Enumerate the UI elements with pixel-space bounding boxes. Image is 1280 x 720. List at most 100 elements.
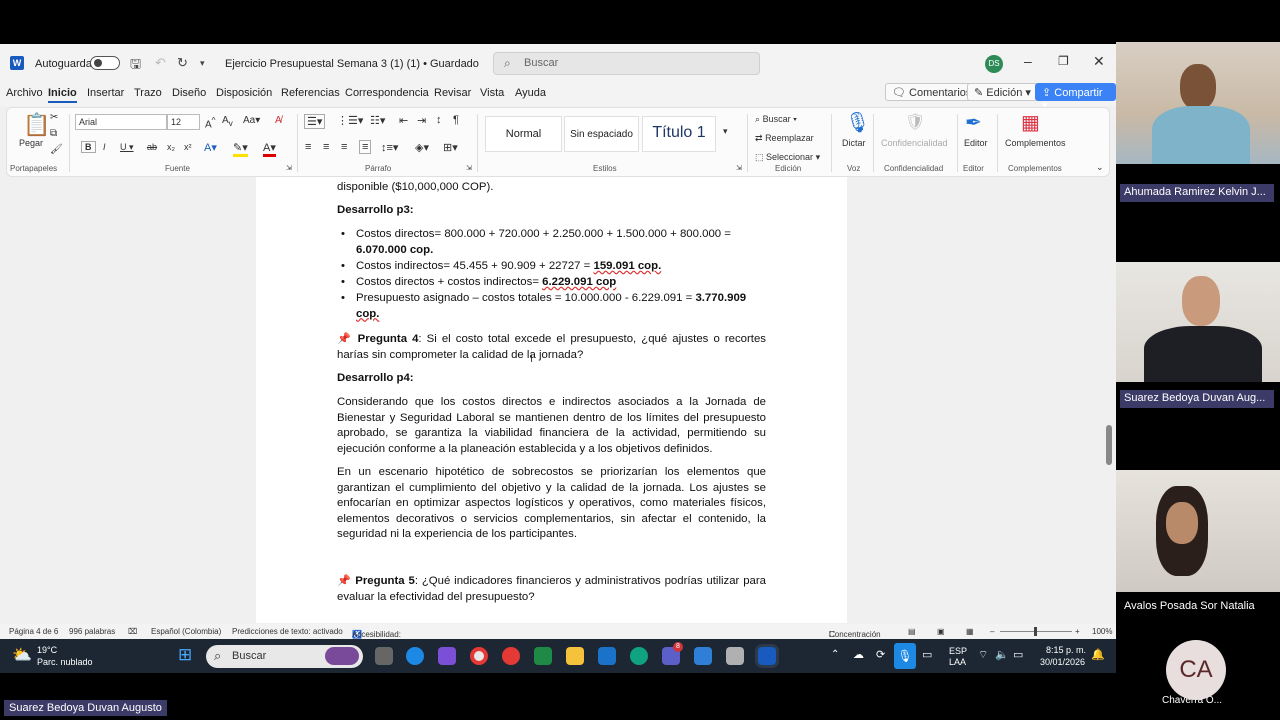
- dictate-label[interactable]: Dictar: [842, 138, 866, 148]
- undo-icon[interactable]: ↶: [155, 55, 166, 71]
- tab-inicio[interactable]: Inicio: [48, 87, 77, 103]
- borders-icon[interactable]: ⊞▾: [443, 141, 458, 154]
- redo-icon[interactable]: ↻: [177, 55, 188, 71]
- search-box[interactable]: ⌕ Buscar: [493, 52, 760, 75]
- page-indicator[interactable]: Página 4 de 6: [9, 627, 58, 636]
- addins-icon[interactable]: ▦: [1021, 110, 1040, 135]
- video-tile-3[interactable]: [1116, 470, 1280, 592]
- find-button[interactable]: ⌕ Buscar ▾: [755, 114, 797, 125]
- confidentiality-icon[interactable]: 🛡: [905, 112, 925, 132]
- sort-icon[interactable]: ↕: [436, 114, 442, 126]
- styles-more-icon[interactable]: ▾: [723, 126, 728, 137]
- word-taskbar-icon[interactable]: [758, 647, 776, 665]
- tab-vista[interactable]: Vista: [480, 87, 504, 99]
- temperature[interactable]: 19°C: [37, 645, 57, 655]
- addins-label[interactable]: Complementos: [1005, 138, 1066, 148]
- word-count[interactable]: 996 palabras: [69, 627, 115, 636]
- close-icon[interactable]: ✕: [1093, 53, 1105, 70]
- web-layout-icon[interactable]: ▦: [966, 627, 974, 636]
- decrease-indent-icon[interactable]: ⇤: [399, 114, 408, 127]
- document-page[interactable]: disponible ($10,000,000 COP). Desarrollo…: [256, 177, 847, 623]
- cut-icon[interactable]: ✂: [50, 112, 58, 123]
- weather-icon[interactable]: ⛅: [12, 645, 32, 665]
- tray-screen-icon[interactable]: ▭: [922, 648, 932, 661]
- zoom-level[interactable]: 100%: [1092, 627, 1112, 636]
- tab-trazo[interactable]: Trazo: [134, 87, 162, 99]
- zoom-out-icon[interactable]: –: [990, 627, 994, 636]
- change-case-icon[interactable]: Aa▾: [243, 115, 260, 126]
- subscript-icon[interactable]: x₂: [167, 142, 175, 152]
- tab-referencias[interactable]: Referencias: [281, 87, 340, 99]
- edge-icon[interactable]: [406, 647, 424, 665]
- excel-icon[interactable]: [534, 647, 552, 665]
- document-title[interactable]: Ejercicio Presupuestal Semana 3 (1) (1) …: [225, 58, 479, 70]
- style-sin-espaciado[interactable]: Sin espaciado: [564, 116, 639, 152]
- styles-dialog-icon[interactable]: ⇲: [736, 164, 742, 172]
- read-mode-icon[interactable]: ▤: [908, 627, 916, 636]
- font-dialog-icon[interactable]: ⇲: [286, 164, 292, 172]
- snipping-tool-icon[interactable]: [726, 647, 744, 665]
- grow-font-icon[interactable]: A^: [205, 115, 216, 130]
- autosave-toggle[interactable]: [90, 56, 120, 70]
- clear-format-icon[interactable]: A̸: [275, 115, 282, 126]
- select-button[interactable]: ⬚ Seleccionar ▾: [755, 152, 820, 163]
- bullets-icon[interactable]: ☰▾: [304, 114, 326, 129]
- shrink-font-icon[interactable]: Av: [222, 115, 233, 128]
- line-spacing-icon[interactable]: ↕≡▾: [381, 141, 398, 154]
- collapse-ribbon-icon[interactable]: ⌄: [1096, 162, 1104, 173]
- scrollbar-thumb[interactable]: [1106, 425, 1112, 465]
- style-titulo-1[interactable]: Título 1: [642, 116, 716, 152]
- tab-disposicion[interactable]: Disposición: [216, 87, 272, 99]
- editor-icon[interactable]: ✒: [965, 110, 982, 135]
- tab-correspondencia[interactable]: Correspondencia: [345, 87, 429, 99]
- superscript-icon[interactable]: x²: [184, 142, 192, 152]
- task-view-icon[interactable]: [375, 647, 393, 665]
- editing-button[interactable]: ✎ Edición ▾: [967, 83, 1038, 101]
- tab-archivo[interactable]: Archivo: [6, 87, 43, 99]
- tray-chevron-icon[interactable]: ⌃: [831, 649, 839, 660]
- tab-diseno[interactable]: Diseño: [172, 87, 206, 99]
- font-size-field[interactable]: 12: [167, 114, 200, 130]
- chatgpt-icon[interactable]: [630, 647, 648, 665]
- comments-button[interactable]: 🗨 Comentarios: [885, 83, 979, 101]
- start-icon[interactable]: ⊞: [178, 645, 192, 665]
- font-color-icon[interactable]: A▾: [263, 141, 276, 157]
- justify-icon[interactable]: ≡: [359, 140, 372, 154]
- notifications-icon[interactable]: 🔔: [1091, 648, 1105, 661]
- microphone-icon[interactable]: 🎙: [845, 110, 870, 135]
- paste-label[interactable]: Pegar: [19, 138, 43, 148]
- app-red-icon[interactable]: [502, 647, 520, 665]
- paste-icon[interactable]: 📋: [23, 112, 50, 138]
- battery-icon[interactable]: ▭: [1013, 648, 1023, 661]
- style-normal[interactable]: Normal: [485, 116, 562, 152]
- tab-insertar[interactable]: Insertar: [87, 87, 124, 99]
- increase-indent-icon[interactable]: ⇥: [417, 114, 426, 127]
- mic-tray-icon[interactable]: 🎙: [894, 643, 916, 669]
- zoom-slider-thumb[interactable]: [1034, 627, 1037, 636]
- restore-icon[interactable]: ❐: [1058, 54, 1069, 68]
- align-right-icon[interactable]: ≡: [341, 141, 347, 153]
- bold-icon[interactable]: B: [81, 141, 96, 153]
- copy-icon[interactable]: ⧉: [50, 128, 57, 139]
- replace-button[interactable]: ⇄ Reemplazar: [755, 133, 814, 144]
- clock-time[interactable]: 8:15 p. m.: [1046, 645, 1086, 655]
- user-avatar[interactable]: DS: [985, 55, 1003, 73]
- wifi-icon[interactable]: ⌔: [978, 648, 988, 662]
- show-marks-icon[interactable]: ¶: [453, 114, 459, 126]
- share-button[interactable]: ⇪ Compartir ▾: [1035, 83, 1116, 112]
- numbering-icon[interactable]: ⋮☰▾: [337, 114, 363, 127]
- taskbar-search[interactable]: ⌕ Buscar: [206, 645, 363, 668]
- print-layout-icon[interactable]: ▣: [937, 627, 945, 636]
- zoom-in-icon[interactable]: +: [1075, 627, 1080, 636]
- qat-dropdown-icon[interactable]: ▾: [200, 58, 205, 69]
- volume-icon[interactable]: 🔈: [995, 648, 1009, 661]
- format-painter-icon[interactable]: 🖌: [50, 144, 63, 155]
- confidentiality-label[interactable]: Confidencialidad: [881, 138, 948, 148]
- italic-icon[interactable]: I: [103, 142, 106, 152]
- align-center-icon[interactable]: ≡: [323, 141, 329, 153]
- input-lang-1[interactable]: ESP: [949, 646, 967, 656]
- underline-icon[interactable]: U ▾: [120, 142, 134, 153]
- proofing-icon[interactable]: ⌧: [128, 627, 137, 636]
- copilot-icon[interactable]: [438, 647, 456, 665]
- video-tile-1[interactable]: [1116, 42, 1280, 164]
